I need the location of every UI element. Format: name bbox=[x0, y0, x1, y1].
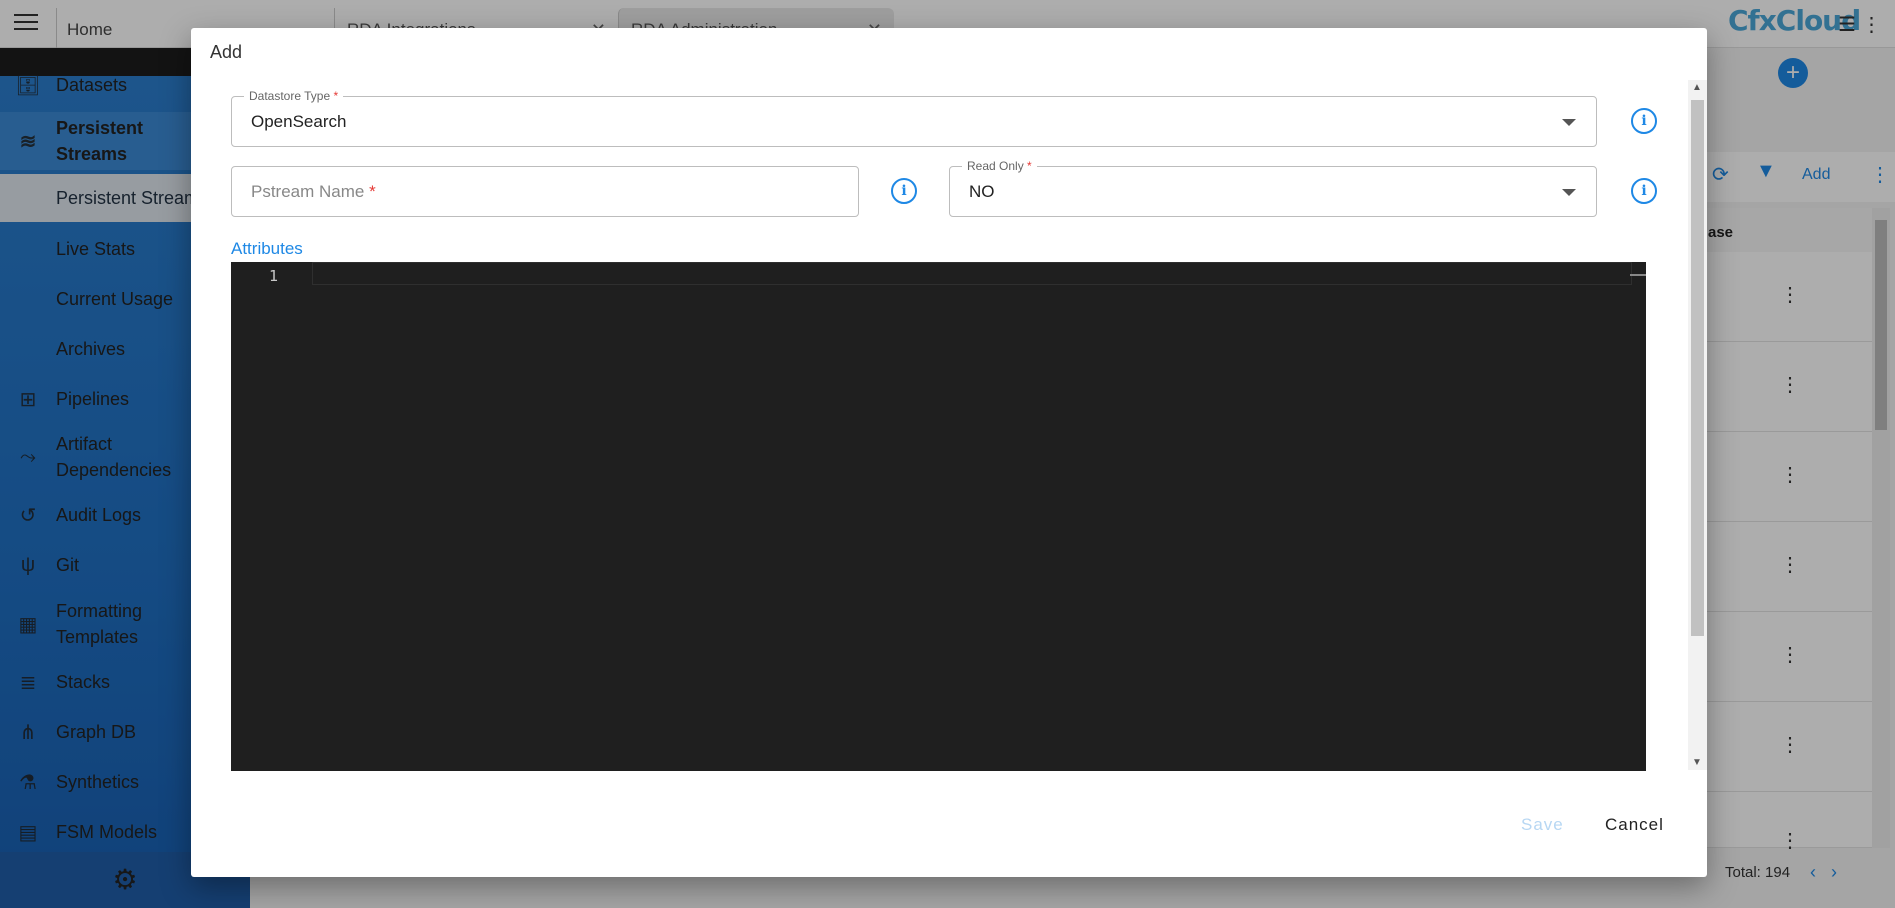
dialog-title: Add bbox=[210, 42, 243, 62]
datastore-type-select[interactable]: Datastore Type * OpenSearch bbox=[231, 89, 1597, 147]
field-label: Read Only * bbox=[962, 159, 1037, 173]
read-only-select[interactable]: Read Only * NO bbox=[949, 159, 1597, 217]
dialog-scrollbar[interactable]: ▲ ▼ bbox=[1688, 80, 1707, 770]
datastore-type-value: OpenSearch bbox=[251, 112, 347, 131]
pstream-name-placeholder: Pstream Name * bbox=[251, 182, 376, 201]
info-icon[interactable]: i bbox=[891, 178, 917, 204]
save-button[interactable]: Save bbox=[1521, 815, 1564, 835]
editor-minimap bbox=[1630, 274, 1646, 276]
editor-gutter bbox=[231, 262, 312, 771]
current-line-highlight bbox=[312, 262, 1632, 285]
dropdown-arrow-icon[interactable] bbox=[1562, 189, 1576, 196]
info-icon[interactable]: i bbox=[1631, 178, 1657, 204]
scroll-up-icon[interactable]: ▲ bbox=[1692, 82, 1702, 93]
scroll-down-icon[interactable]: ▼ bbox=[1692, 757, 1702, 768]
dropdown-arrow-icon[interactable] bbox=[1562, 119, 1576, 126]
cancel-button[interactable]: Cancel bbox=[1605, 815, 1664, 835]
read-only-value: NO bbox=[969, 182, 995, 201]
field-label: Datastore Type * bbox=[244, 89, 344, 103]
attributes-code-editor[interactable]: 1 bbox=[231, 262, 1646, 771]
info-icon[interactable]: i bbox=[1631, 108, 1657, 134]
line-number: 1 bbox=[269, 267, 279, 285]
pstream-name-field[interactable]: Pstream Name * bbox=[231, 166, 859, 217]
add-dialog: Add Datastore Type * OpenSearch i Pstrea… bbox=[191, 28, 1707, 877]
attributes-label: Attributes bbox=[231, 239, 303, 258]
scroll-thumb[interactable] bbox=[1691, 100, 1704, 636]
